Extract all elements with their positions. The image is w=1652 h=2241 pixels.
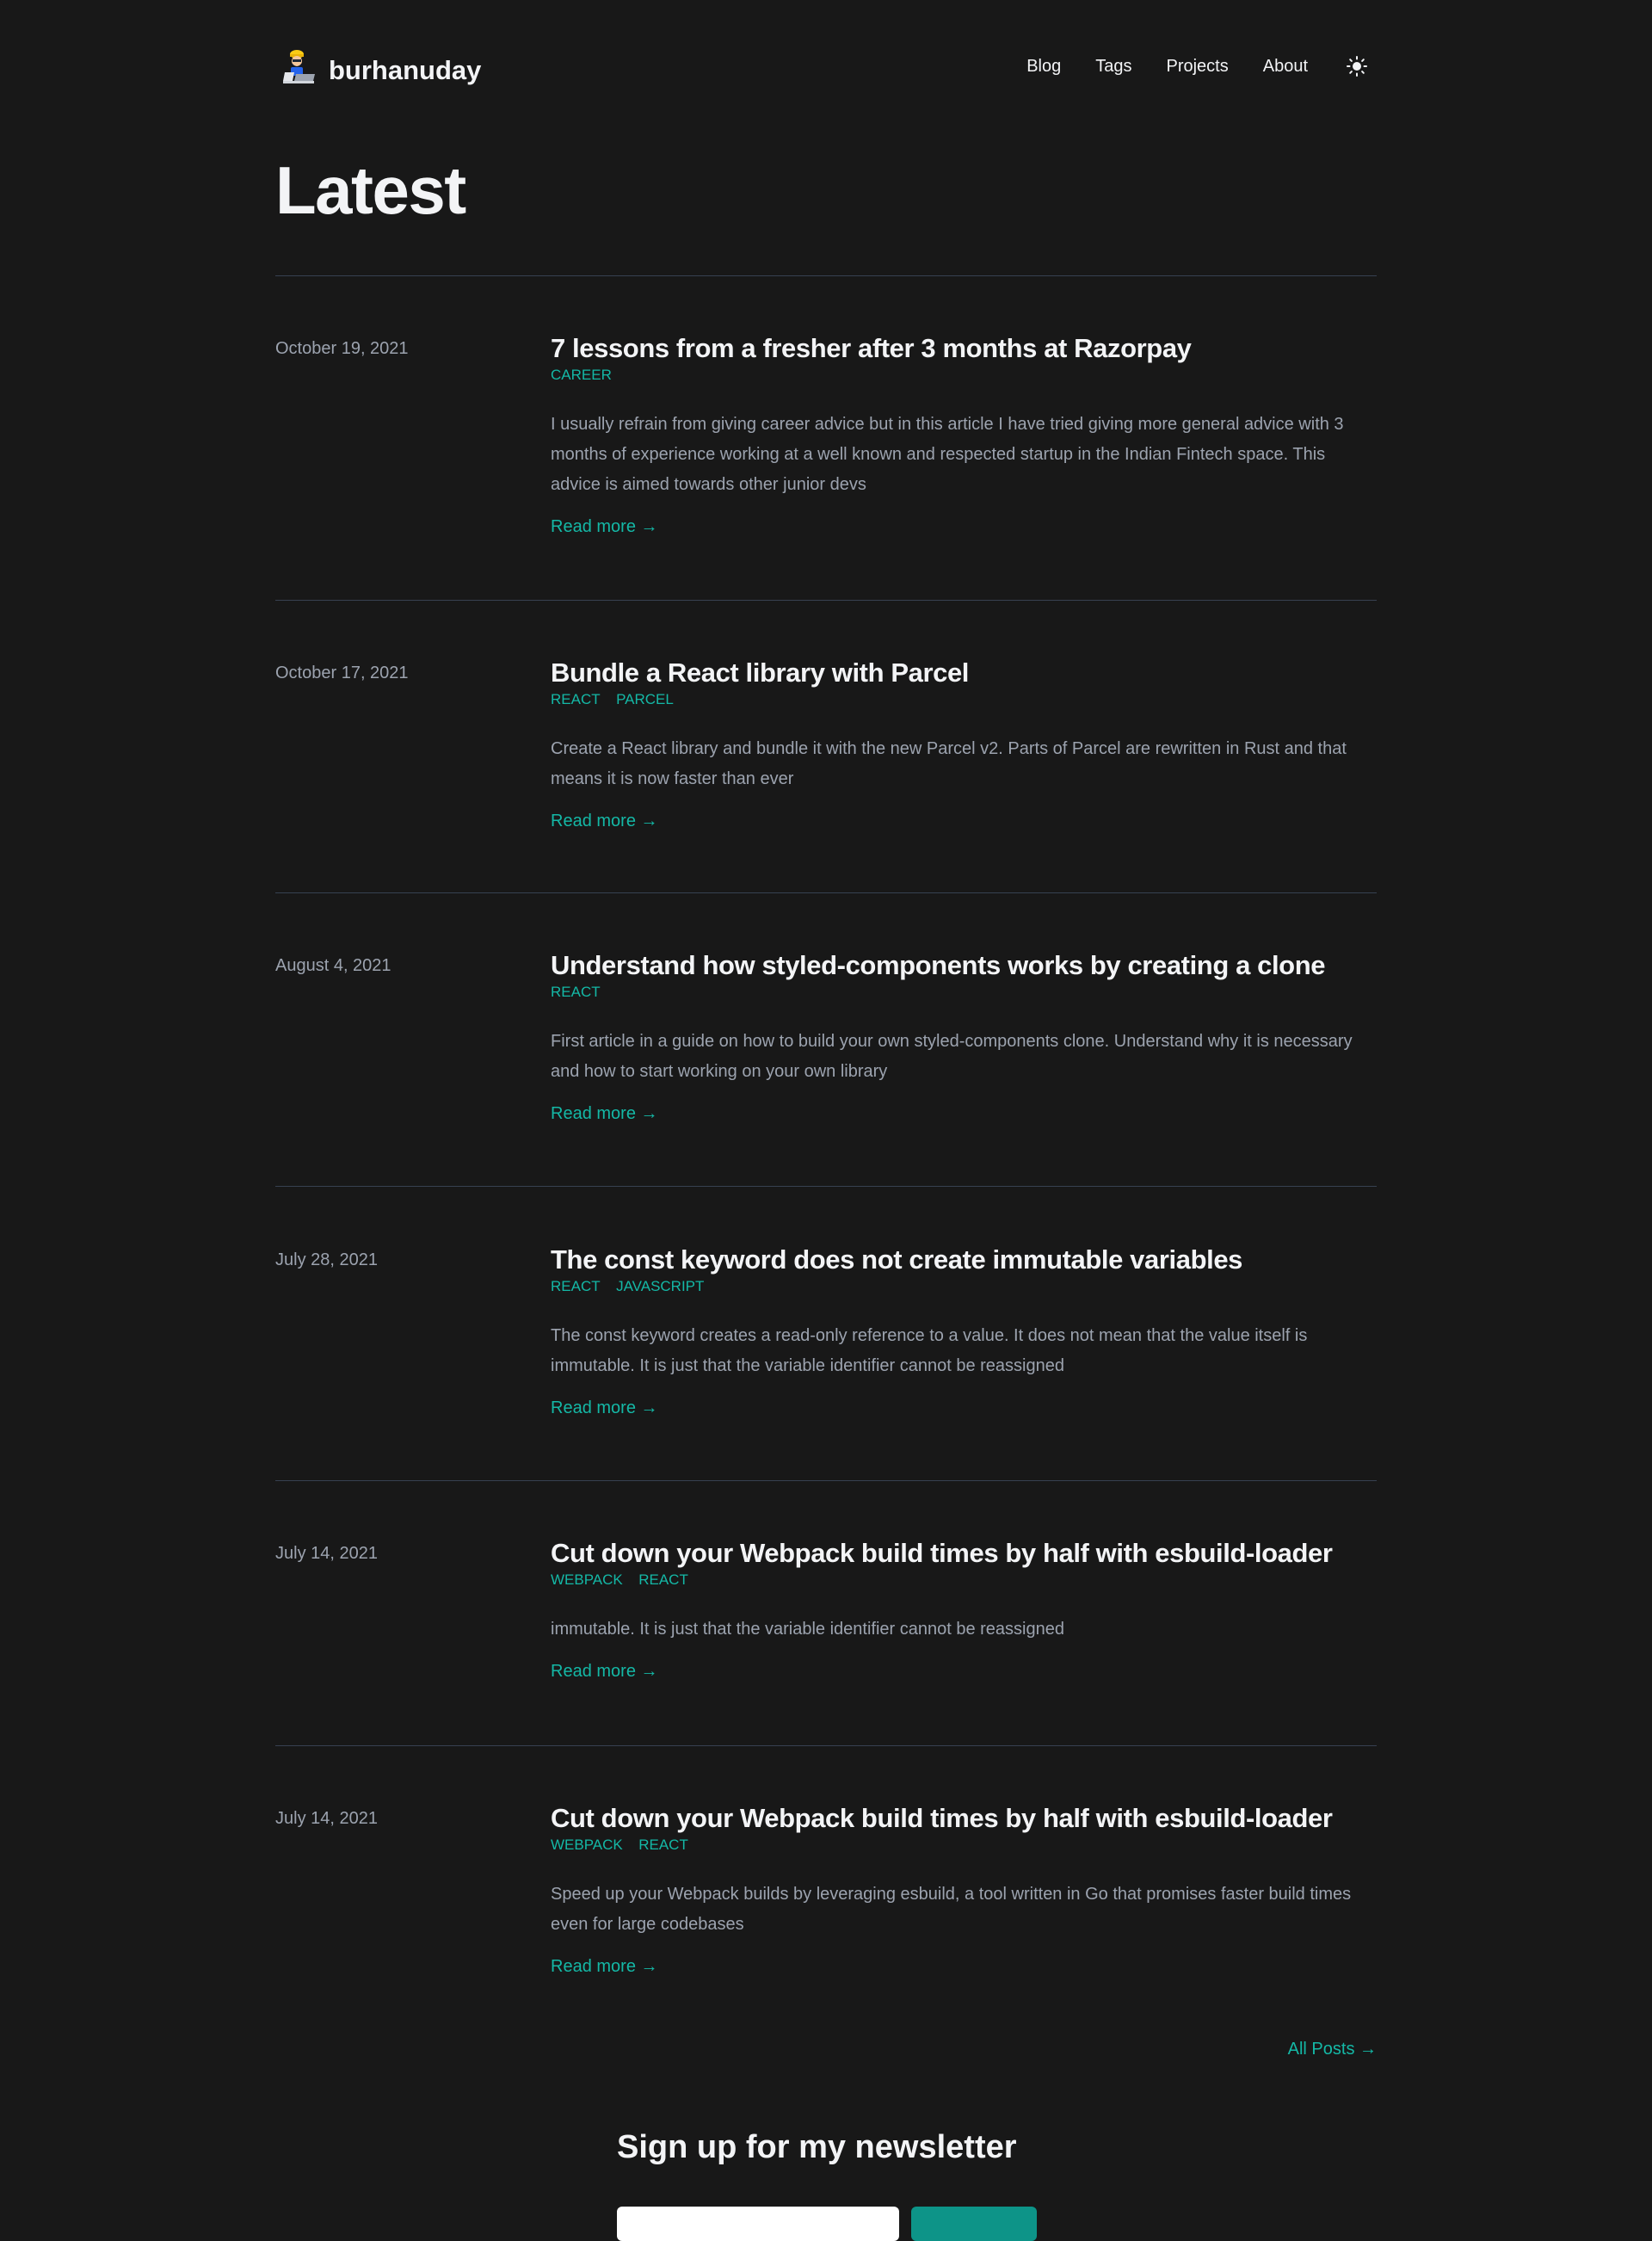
post-body: Cut down your Webpack build times by hal…	[551, 1802, 1377, 1977]
read-more-link[interactable]: Read more →	[551, 1398, 658, 1418]
read-more-link[interactable]: Read more →	[551, 517, 658, 537]
tag-link[interactable]: REACT	[551, 1278, 601, 1294]
post-summary: I usually refrain from giving career adv…	[551, 415, 1344, 494]
post-tags: WEBPACK REACT	[551, 1837, 1377, 1855]
site-logo-link[interactable]: burhanuday	[282, 46, 481, 86]
post-title[interactable]: Cut down your Webpack build times by hal…	[551, 1802, 1377, 1835]
post-body: Cut down your Webpack build times by hal…	[551, 1537, 1377, 1682]
tag-link[interactable]: REACT	[551, 691, 601, 707]
post-body: Understand how styled-components works b…	[551, 949, 1377, 1124]
post-title[interactable]: Understand how styled-components works b…	[551, 949, 1377, 982]
nav-projects[interactable]: Projects	[1166, 57, 1228, 77]
read-more-link[interactable]: Read more →	[551, 1957, 658, 1977]
divider	[275, 892, 1377, 893]
site-header: burhanuday Blog Tags Projects About	[275, 41, 1377, 102]
divider	[275, 600, 1377, 601]
post-title[interactable]: 7 lessons from a fresher after 3 months …	[551, 332, 1377, 365]
post-body: 7 lessons from a fresher after 3 months …	[551, 332, 1377, 537]
post-tags: WEBPACK REACT	[551, 1571, 1377, 1590]
post-date: July 14, 2021	[275, 1544, 378, 1563]
page-title: Latest	[275, 152, 466, 228]
all-posts-link[interactable]: All Posts →	[1288, 2040, 1377, 2059]
newsletter-email-input[interactable]	[617, 2207, 899, 2241]
divider	[275, 1186, 1377, 1187]
nav-about[interactable]: About	[1263, 57, 1308, 77]
post-date: August 4, 2021	[275, 956, 391, 975]
theme-toggle-button[interactable]	[1346, 55, 1368, 77]
post-tags: REACT JAVASCRIPT	[551, 1278, 1377, 1297]
post-date: July 14, 2021	[275, 1809, 378, 1828]
post-body: Bundle a React library with Parcel REACT…	[551, 657, 1377, 831]
post-date: July 28, 2021	[275, 1250, 378, 1269]
divider	[275, 275, 1377, 276]
post-title[interactable]: Cut down your Webpack build times by hal…	[551, 1537, 1377, 1570]
tag-link[interactable]: REACT	[638, 1837, 688, 1853]
nav-tags[interactable]: Tags	[1095, 57, 1131, 77]
post-summary: Create a React library and bundle it wit…	[551, 739, 1347, 788]
tag-link[interactable]: JAVASCRIPT	[616, 1278, 704, 1294]
newsletter-title: Sign up for my newsletter	[617, 2129, 1017, 2165]
read-more-link[interactable]: Read more →	[551, 1662, 658, 1682]
post-summary: The const keyword creates a read-only re…	[551, 1326, 1308, 1375]
post-summary: Speed up your Webpack builds by leveragi…	[551, 1885, 1352, 1934]
nav-blog[interactable]: Blog	[1026, 57, 1061, 77]
post-title[interactable]: The const keyword does not create immuta…	[551, 1244, 1377, 1276]
post-date: October 19, 2021	[275, 339, 409, 358]
post-tags: CAREER	[551, 367, 1377, 386]
post-tags: REACT PARCEL	[551, 691, 1377, 710]
divider	[275, 1745, 1377, 1746]
post-title[interactable]: Bundle a React library with Parcel	[551, 657, 1377, 689]
newsletter-signup-button[interactable]	[911, 2207, 1037, 2241]
post-tags: REACT	[551, 984, 1377, 1003]
post-summary: First article in a guide on how to build…	[551, 1032, 1353, 1081]
sun-icon	[1347, 56, 1367, 77]
tag-link[interactable]: CAREER	[551, 367, 612, 383]
tag-link[interactable]: WEBPACK	[551, 1571, 623, 1588]
main-nav: Blog Tags Projects About	[992, 55, 1368, 77]
read-more-link[interactable]: Read more →	[551, 812, 658, 831]
site-name: burhanuday	[329, 55, 482, 85]
tag-link[interactable]: PARCEL	[616, 691, 674, 707]
read-more-link[interactable]: Read more →	[551, 1104, 658, 1124]
tag-link[interactable]: REACT	[551, 984, 601, 1000]
post-date: October 17, 2021	[275, 664, 409, 682]
post-body: The const keyword does not create immuta…	[551, 1244, 1377, 1418]
tag-link[interactable]: REACT	[638, 1571, 688, 1588]
divider	[275, 1480, 1377, 1481]
avatar-logo-icon	[282, 46, 317, 86]
tag-link[interactable]: WEBPACK	[551, 1837, 623, 1853]
post-summary: immutable. It is just that the variable …	[551, 1620, 1064, 1639]
